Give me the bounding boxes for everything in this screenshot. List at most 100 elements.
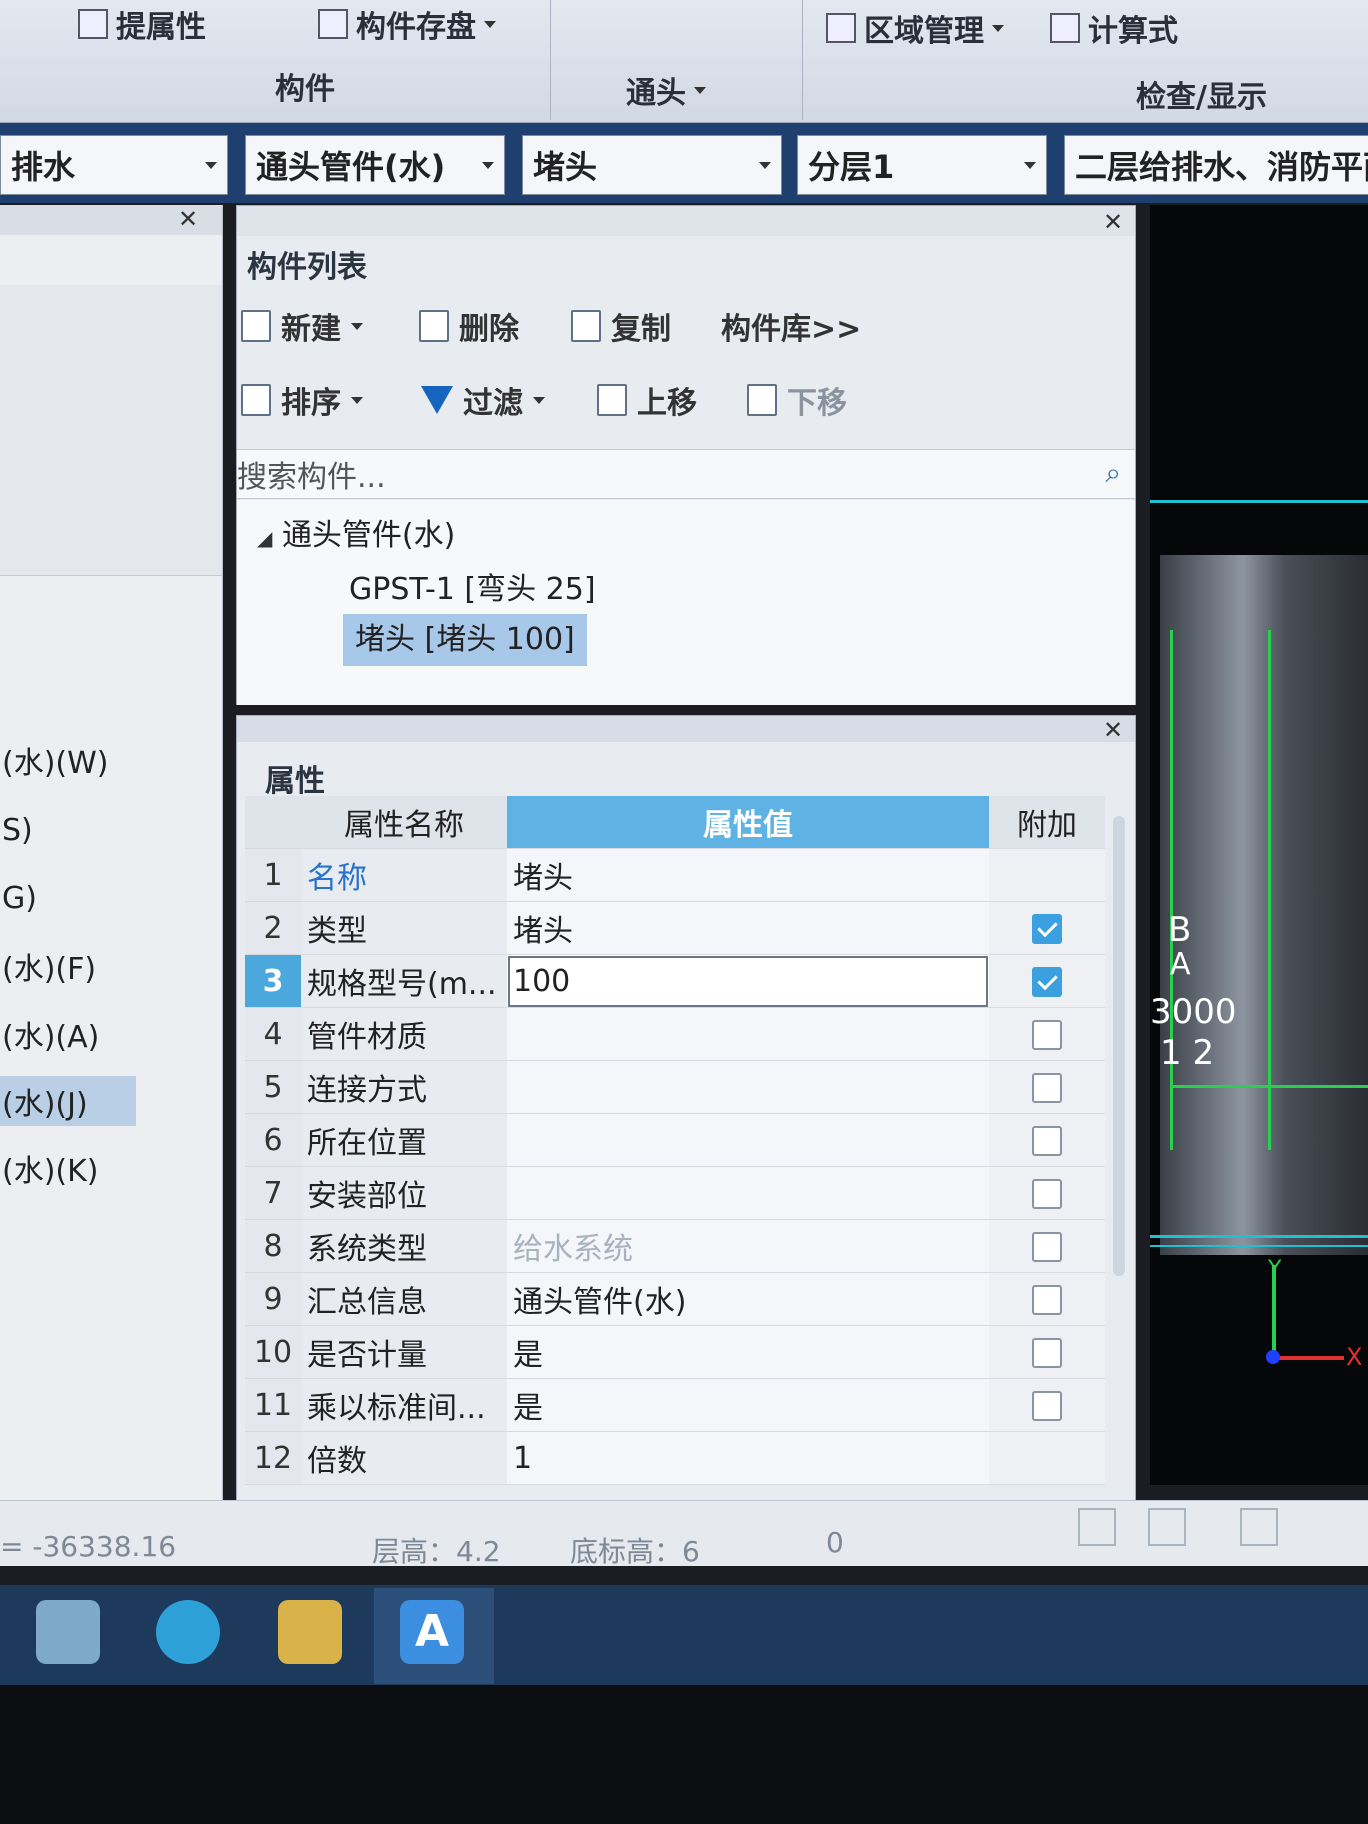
- x-axis-icon: [1274, 1356, 1344, 1360]
- search-input[interactable]: 搜索构件... ⌕: [237, 449, 1135, 499]
- category-select[interactable]: 通头管件(水): [245, 135, 505, 195]
- glodon-app-icon[interactable]: A: [400, 1600, 464, 1664]
- nav-item[interactable]: S): [0, 805, 220, 855]
- chevron-down-icon: [482, 162, 494, 169]
- drawing-select[interactable]: 二层给排水、消防平面: [1064, 135, 1368, 195]
- vertical-scrollbar[interactable]: [1113, 816, 1125, 1276]
- system-select[interactable]: 排水: [0, 135, 228, 195]
- filter-button[interactable]: 过滤: [421, 378, 545, 422]
- extra-checkbox[interactable]: [1032, 1391, 1062, 1421]
- extra-checkbox[interactable]: [1032, 1232, 1062, 1262]
- tree-item-selected[interactable]: 堵头 [堵头 100]: [343, 614, 587, 666]
- panel-band: [0, 285, 222, 576]
- property-value[interactable]: 是: [507, 1378, 989, 1432]
- nav-item[interactable]: (水)(W): [0, 735, 220, 785]
- property-row[interactable]: 1 名称 堵头: [245, 848, 1105, 902]
- property-value[interactable]: 给水系统: [507, 1219, 989, 1273]
- move-up-icon: [597, 384, 627, 416]
- property-value[interactable]: 通头管件(水): [507, 1272, 989, 1326]
- property-row[interactable]: 11 乘以标准间... 是: [245, 1378, 1105, 1432]
- copy-button[interactable]: 复制: [571, 304, 671, 348]
- chevron-down-icon: [533, 396, 545, 404]
- property-value[interactable]: 堵头: [507, 848, 989, 902]
- tree-root[interactable]: ◢ 通头管件(水): [257, 510, 455, 554]
- nav-item[interactable]: (水)(F): [0, 941, 220, 991]
- grid-toggle-icon[interactable]: [1240, 1508, 1278, 1546]
- property-value[interactable]: 是: [507, 1325, 989, 1379]
- nav-item-selected[interactable]: (水)(J): [0, 1076, 136, 1126]
- move-up-button[interactable]: 上移: [597, 378, 697, 422]
- new-button[interactable]: 新建: [241, 304, 363, 348]
- property-value[interactable]: [507, 1007, 989, 1061]
- move-down-button[interactable]: 下移: [747, 378, 847, 422]
- row-number: 4: [245, 1007, 301, 1061]
- ortho-toggle-icon[interactable]: [1078, 1508, 1116, 1546]
- property-row[interactable]: 7 安装部位: [245, 1166, 1105, 1220]
- property-row[interactable]: 2 类型 堵头: [245, 901, 1105, 955]
- property-row[interactable]: 5 连接方式: [245, 1060, 1105, 1114]
- extra-checkbox[interactable]: [1032, 1338, 1062, 1368]
- close-icon[interactable]: ✕: [178, 205, 198, 233]
- formula-button[interactable]: 计算式: [1050, 6, 1178, 50]
- property-value[interactable]: [507, 1113, 989, 1167]
- ribbon-group-fitting: 通头: [552, 0, 803, 120]
- property-row[interactable]: 9 汇总信息 通头管件(水): [245, 1272, 1105, 1326]
- search-icon[interactable]: ⌕: [1105, 456, 1121, 490]
- property-row[interactable]: 3 规格型号(m... 100: [245, 954, 1105, 1008]
- close-icon[interactable]: ✕: [1103, 716, 1123, 744]
- extra-cell: [989, 848, 1105, 902]
- property-value-input[interactable]: 100: [507, 954, 989, 1008]
- nav-item[interactable]: (水)(A): [0, 1009, 220, 1059]
- property-row[interactable]: 10 是否计量是: [245, 1325, 1105, 1379]
- property-row[interactable]: 12 倍数 1: [245, 1431, 1105, 1485]
- property-value[interactable]: [507, 1166, 989, 1220]
- axis-label: X: [1346, 1343, 1363, 1371]
- floor-select[interactable]: 分层1: [797, 135, 1047, 195]
- edge-browser-icon[interactable]: [156, 1600, 220, 1664]
- property-name: 汇总信息: [301, 1272, 507, 1326]
- property-name: 乘以标准间...: [301, 1378, 507, 1432]
- area-manage-button[interactable]: 区域管理: [826, 6, 1004, 50]
- column-header-extra[interactable]: 附加: [989, 796, 1105, 849]
- file-explorer-icon[interactable]: [278, 1600, 342, 1664]
- property-grid: 属性名称 属性值 附加 1 名称 堵头 2 类型 堵头 3 规格型号(m... 100 4 管件材质…: [245, 796, 1105, 1485]
- snap-toggle-icon[interactable]: [1148, 1508, 1186, 1546]
- column-header-name[interactable]: 属性名称: [301, 796, 507, 849]
- property-row[interactable]: 8 系统类型 给水系统: [245, 1219, 1105, 1273]
- nav-item[interactable]: (水)(K): [0, 1143, 220, 1193]
- tree-item[interactable]: GPST-1 [弯头 25]: [349, 564, 596, 608]
- cad-canvas-reflection: [1160, 555, 1368, 1255]
- extra-checkbox[interactable]: [1032, 967, 1062, 997]
- nav-item[interactable]: G): [0, 873, 220, 923]
- component-select[interactable]: 堵头: [522, 135, 782, 195]
- sort-button[interactable]: 排序: [241, 378, 363, 422]
- extra-cell: [989, 1007, 1105, 1061]
- column-header-value[interactable]: 属性值: [507, 796, 989, 849]
- extra-checkbox[interactable]: [1032, 1073, 1062, 1103]
- component-library-button[interactable]: 构件库>>: [721, 304, 861, 348]
- extra-checkbox[interactable]: [1032, 1285, 1062, 1315]
- mail-icon[interactable]: [36, 1600, 100, 1664]
- extra-cell: [989, 1113, 1105, 1167]
- extra-cell: [989, 1219, 1105, 1273]
- expand-triangle-icon[interactable]: ◢: [257, 526, 272, 550]
- monitor-bezel: [0, 1685, 1368, 1824]
- extra-cell: [989, 954, 1105, 1008]
- delete-button[interactable]: 删除: [419, 304, 519, 348]
- property-value[interactable]: [507, 1060, 989, 1114]
- extra-checkbox[interactable]: [1032, 914, 1062, 944]
- fitting-menu-button[interactable]: 通头: [626, 68, 706, 112]
- property-row[interactable]: 4 管件材质: [245, 1007, 1105, 1061]
- property-value[interactable]: 1: [507, 1431, 989, 1485]
- property-value[interactable]: 堵头: [507, 901, 989, 955]
- row-number: 1: [245, 848, 301, 902]
- extract-property-button[interactable]: 提属性: [78, 2, 206, 46]
- property-row[interactable]: 6 所在位置: [245, 1113, 1105, 1167]
- close-icon[interactable]: ✕: [1103, 208, 1123, 236]
- extra-cell: [989, 1431, 1105, 1485]
- cad-drawing-view[interactable]: B A 3000 1 2 Y X: [1150, 205, 1368, 1485]
- save-component-button[interactable]: 构件存盘: [318, 2, 496, 46]
- extra-checkbox[interactable]: [1032, 1179, 1062, 1209]
- extra-checkbox[interactable]: [1032, 1020, 1062, 1050]
- extra-checkbox[interactable]: [1032, 1126, 1062, 1156]
